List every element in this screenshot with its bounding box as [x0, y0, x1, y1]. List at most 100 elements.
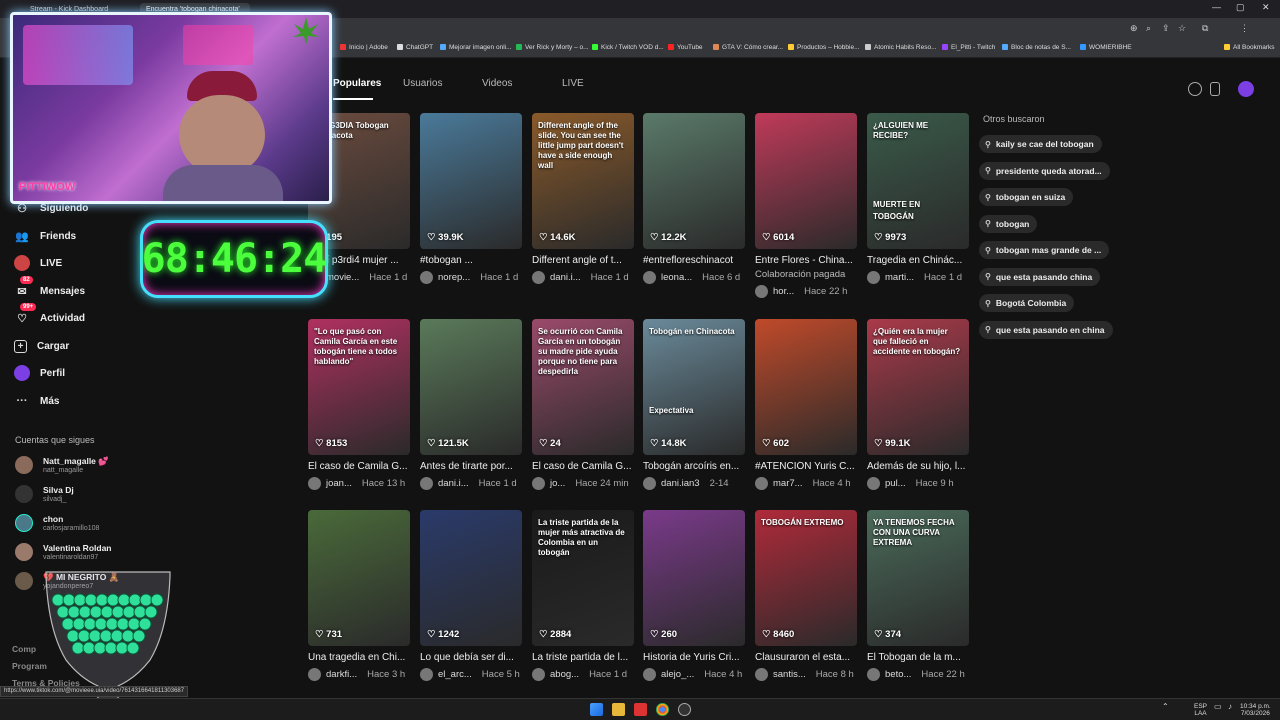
- clock[interactable]: 10:34 p.m. 7/03/2026: [1240, 703, 1271, 717]
- bookmark[interactable]: Productos – Hobbie...: [788, 44, 860, 51]
- video-thumbnail[interactable]: ♡ 121.5K: [420, 319, 522, 455]
- following-item[interactable]: chon carlosjaramillo108: [15, 512, 99, 534]
- all-bookmarks[interactable]: All Bookmarks: [1224, 44, 1275, 51]
- video-author[interactable]: darkfi...: [326, 669, 357, 680]
- video-author[interactable]: abog...: [550, 669, 579, 680]
- video-thumbnail[interactable]: Different angle of the slide. You can se…: [532, 113, 634, 249]
- avatar[interactable]: [643, 668, 656, 681]
- video-author[interactable]: dani.i...: [550, 272, 581, 283]
- zoom-icon[interactable]: ⌕: [1146, 23, 1151, 34]
- chrome-icon[interactable]: [656, 703, 669, 716]
- share-icon[interactable]: ⇪: [1162, 23, 1170, 34]
- video-card[interactable]: Different angle of the slide. You can se…: [532, 113, 634, 284]
- sidebar-item-actividad[interactable]: ♡ 99+ Actividad: [14, 303, 85, 327]
- video-thumbnail[interactable]: ¿ALGUIEN ME RECIBE? MUERTE EN TOBOGÁN ♡ 99…: [867, 113, 969, 249]
- acrobat-icon[interactable]: [634, 703, 647, 716]
- sidebar-item-mas[interactable]: ··· Más: [14, 392, 60, 410]
- sidebar-item-cargar[interactable]: + Cargar: [14, 337, 69, 355]
- file-explorer-icon[interactable]: [612, 703, 625, 716]
- video-card[interactable]: ♡ 12.2K #entrefloreschinacot leona... Hace …: [643, 113, 745, 284]
- bookmark[interactable]: Kick / Twitch VOD d...: [592, 44, 664, 51]
- sidebar-item-perfil[interactable]: Perfil: [14, 364, 65, 382]
- avatar[interactable]: [420, 477, 433, 490]
- video-thumbnail[interactable]: ♡ 12.2K: [643, 113, 745, 249]
- windows-start-icon[interactable]: [590, 703, 603, 716]
- menu-icon[interactable]: ⋮: [1240, 23, 1249, 34]
- tab-live[interactable]: LIVE: [562, 78, 584, 89]
- install-icon[interactable]: ⊕: [1130, 23, 1138, 34]
- coins-icon[interactable]: [1188, 82, 1202, 96]
- video-card[interactable]: ♡ 121.5K Antes de tirarte por... dani.i...…: [420, 319, 522, 490]
- avatar[interactable]: [308, 668, 321, 681]
- video-author[interactable]: santis...: [773, 669, 806, 680]
- extensions-icon[interactable]: ⧉: [1202, 23, 1208, 34]
- search-suggestion[interactable]: ⚲ que esta pasando china: [979, 267, 1101, 286]
- video-card[interactable]: YA TENEMOS FECHA CON UNA CURVA EXTREMA ♡ …: [867, 510, 969, 681]
- video-card[interactable]: Se ocurrió con Camila García en un tobog…: [532, 319, 634, 490]
- video-caption[interactable]: Una tragedia en Chi...: [308, 652, 410, 663]
- avatar[interactable]: [532, 271, 545, 284]
- avatar[interactable]: [755, 477, 768, 490]
- video-author[interactable]: joan...: [326, 478, 352, 489]
- video-caption[interactable]: El caso de Camila G...: [308, 461, 410, 472]
- video-author[interactable]: dani.i...: [438, 478, 469, 489]
- video-thumbnail[interactable]: La triste partida de la mujer más atract…: [532, 510, 634, 646]
- video-thumbnail[interactable]: YA TENEMOS FECHA CON UNA CURVA EXTREMA ♡ …: [867, 510, 969, 646]
- avatar[interactable]: [420, 668, 433, 681]
- bookmark[interactable]: WOMIERIBHE: [1080, 44, 1132, 51]
- video-author[interactable]: el_arc...: [438, 669, 472, 680]
- bookmark[interactable]: Atomic Habits Reso...: [865, 44, 937, 51]
- video-card[interactable]: ¿ALGUIEN ME RECIBE? MUERTE EN TOBOGÁN ♡ 99…: [867, 113, 969, 284]
- following-item[interactable]: Silva Dj silvadj_: [15, 483, 74, 505]
- maximize-icon[interactable]: ▢: [1236, 2, 1245, 13]
- video-card[interactable]: La triste partida de la mujer más atract…: [532, 510, 634, 681]
- search-suggestion[interactable]: ⚲ que esta pasando en china: [979, 320, 1113, 339]
- video-caption[interactable]: La triste partida de l...: [532, 652, 634, 663]
- video-caption[interactable]: #ATENCIÓN Yuris C...: [755, 461, 857, 472]
- network-icon[interactable]: ▭: [1214, 703, 1222, 711]
- avatar[interactable]: [532, 668, 545, 681]
- video-card[interactable]: Tobogán en Chinacota Expectativa ♡ 14.8K To…: [643, 319, 745, 490]
- video-caption[interactable]: Tobogán arcoíris en...: [643, 461, 745, 472]
- video-author[interactable]: marti...: [885, 272, 914, 283]
- avatar[interactable]: [755, 668, 768, 681]
- video-thumbnail[interactable]: TOBOGÁN EXTREMO ♡ 8460: [755, 510, 857, 646]
- video-caption[interactable]: #tobogan ...: [420, 255, 522, 266]
- bookmark[interactable]: Bloc de notas de S...: [1002, 44, 1071, 51]
- video-thumbnail[interactable]: ¿Quién era la mujer que falleció en acci…: [867, 319, 969, 455]
- sidebar-item-mensajes[interactable]: ✉ 82 Mensajes: [14, 276, 85, 300]
- video-caption[interactable]: Tragedia en Chinác...: [867, 255, 969, 266]
- bookmark[interactable]: GTA V: Cómo crear...: [713, 44, 783, 51]
- video-caption[interactable]: Antes de tirarte por...: [420, 461, 522, 472]
- search-suggestion[interactable]: ⚲ presidente queda atorad...: [979, 161, 1110, 180]
- video-card[interactable]: TOBOGÁN EXTREMO ♡ 8460 Clausuraron el esta…: [755, 510, 857, 681]
- video-author[interactable]: hor...: [773, 286, 794, 297]
- video-thumbnail[interactable]: Tobogán en Chinacota Expectativa ♡ 14.8K: [643, 319, 745, 455]
- minimize-icon[interactable]: —: [1212, 2, 1221, 12]
- footer-link[interactable]: Comp: [12, 644, 36, 654]
- search-suggestion[interactable]: ⚲ kaily se cae del tobogan: [979, 135, 1102, 153]
- bookmark[interactable]: El_Pitti - Twitch: [942, 44, 995, 51]
- language-indicator[interactable]: ESP LAA: [1194, 703, 1207, 717]
- following-item[interactable]: Natt_magalle 💕 natt_magalle: [15, 454, 109, 476]
- chevron-up-icon[interactable]: ⌃: [1162, 703, 1169, 711]
- video-caption[interactable]: El caso de Camila G...: [532, 461, 634, 472]
- video-caption[interactable]: Historia de Yuris Cri...: [643, 652, 745, 663]
- video-author[interactable]: leona...: [661, 272, 692, 283]
- video-author[interactable]: norep...: [438, 272, 470, 283]
- video-caption[interactable]: Entre Flores - China...: [755, 255, 857, 266]
- video-thumbnail[interactable]: ♡ 39.9K: [420, 113, 522, 249]
- tab-usuarios[interactable]: Usuarios: [403, 78, 442, 89]
- video-card[interactable]: ♡ 731 Una tragedia en Chi... darkfi... Hace…: [308, 510, 410, 681]
- sidebar-item-friends[interactable]: 👥 Friends: [14, 227, 76, 245]
- video-card[interactable]: ♡ 39.9K #tobogan ... norep... Hace 1 d: [420, 113, 522, 284]
- sidebar-item-live[interactable]: LIVE: [14, 254, 62, 272]
- video-thumbnail[interactable]: ♡ 260: [643, 510, 745, 646]
- video-thumbnail[interactable]: ♡ 602: [755, 319, 857, 455]
- avatar[interactable]: [755, 285, 768, 298]
- video-author[interactable]: movie...: [326, 272, 359, 283]
- bookmark[interactable]: Ver Rick y Morty – o...: [516, 44, 589, 51]
- video-caption[interactable]: Clausuraron el esta...: [755, 652, 857, 663]
- video-card[interactable]: ♡ 1242 Lo que debía ser di... el_arc... Hac…: [420, 510, 522, 681]
- bookmark[interactable]: YouTube: [668, 44, 703, 51]
